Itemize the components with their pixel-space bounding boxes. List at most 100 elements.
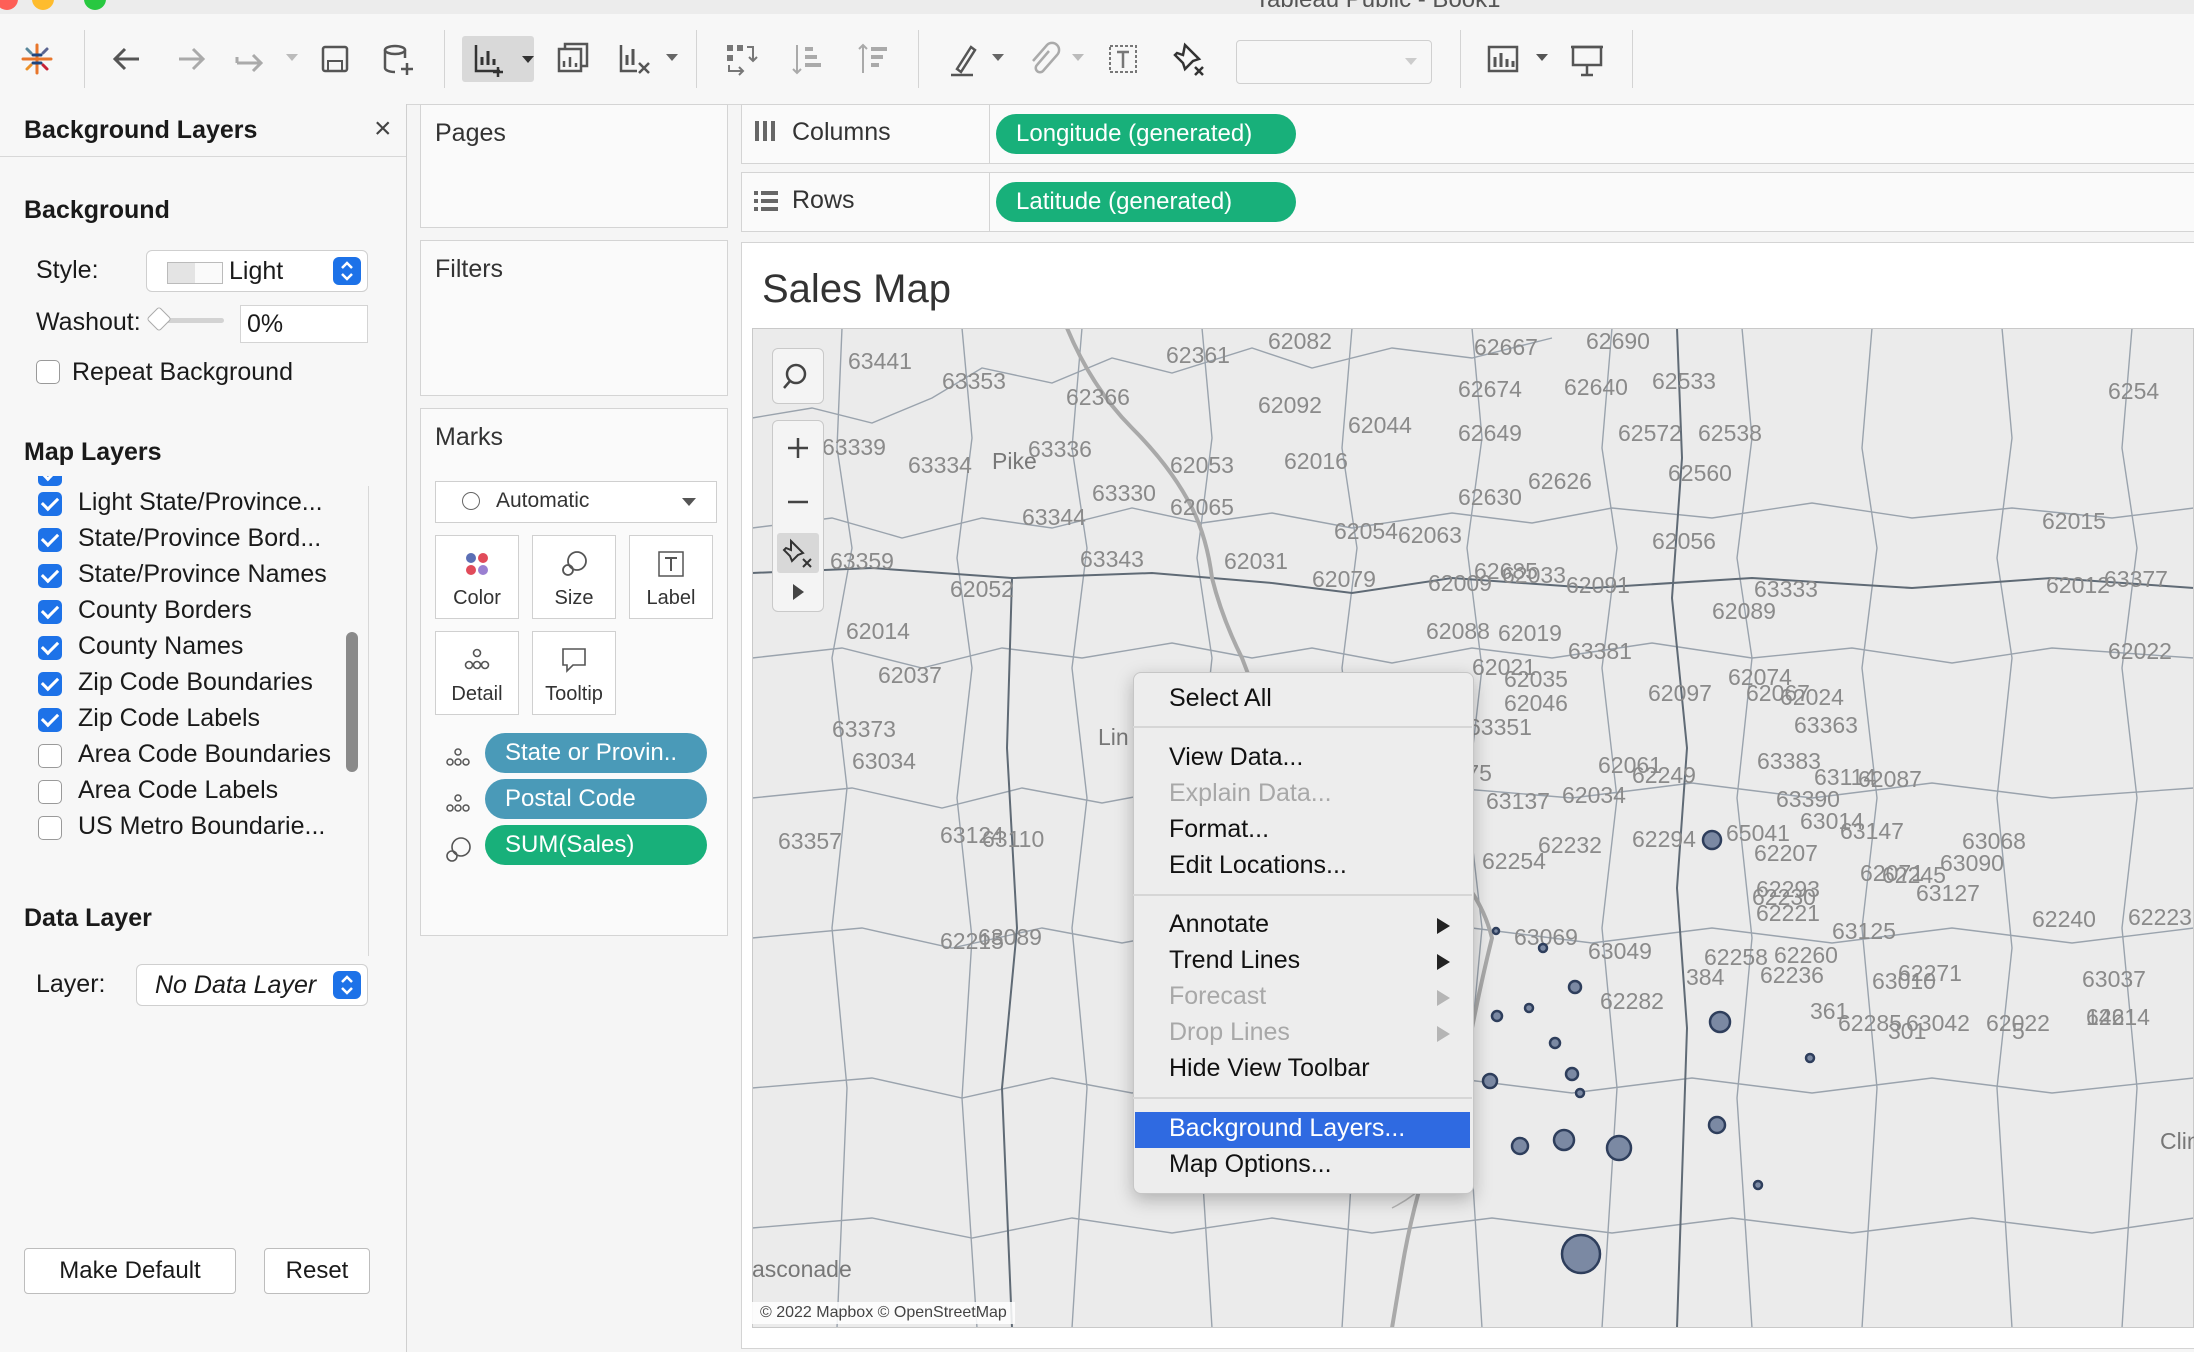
city-label: Clint [2160, 1128, 2194, 1154]
pin-map-icon[interactable] [1166, 36, 1212, 82]
menu-item-background-layers[interactable]: Background Layers... [1169, 1114, 1405, 1143]
zip-label: 63377 [2104, 566, 2168, 592]
filters-card[interactable]: Filters [420, 240, 728, 396]
layer-checkbox[interactable] [38, 528, 62, 552]
presentation-mode-icon[interactable] [1564, 36, 1610, 82]
layer-checkbox[interactable] [38, 744, 62, 768]
menu-item-annotate[interactable]: Annotate [1169, 910, 1269, 939]
menu-item-forecast[interactable]: Forecast [1169, 982, 1266, 1011]
rows-shelf[interactable]: Rows Latitude (generated) [741, 172, 2194, 232]
layer-checkbox[interactable] [38, 492, 62, 516]
layer-checkbox[interactable] [38, 708, 62, 732]
zip-label: 62019 [1498, 620, 1562, 646]
zip-label: 63037 [2082, 966, 2146, 992]
zip-label: 62282 [1600, 988, 1664, 1014]
latitude-pill[interactable]: Latitude (generated) [996, 182, 1296, 222]
expand-toolbar-button[interactable] [773, 573, 823, 611]
zip-label: 63127 [1916, 880, 1980, 906]
zip-label: 63441 [848, 348, 912, 374]
zoom-out-button[interactable] [773, 475, 823, 529]
postal-code-pill[interactable]: Postal Code [485, 779, 707, 819]
tableau-logo-icon[interactable] [14, 36, 60, 82]
redo-arrow-icon[interactable] [228, 36, 274, 82]
menu-item-format[interactable]: Format... [1169, 815, 1269, 844]
panel-title: Background Layers [24, 116, 258, 144]
sum-sales-pill[interactable]: SUM(Sales) [485, 825, 707, 865]
columns-icon [754, 119, 776, 143]
new-data-source-icon[interactable] [374, 36, 420, 82]
search-map-button[interactable] [772, 348, 824, 404]
label-button[interactable]: Label [629, 535, 713, 619]
detail-button[interactable]: Detail [435, 631, 519, 715]
minimize-window-button[interactable] [32, 0, 54, 10]
zoom-in-button[interactable] [773, 421, 823, 475]
background-heading: Background [24, 196, 170, 224]
layer-checkbox[interactable] [38, 816, 62, 840]
reset-button[interactable]: Reset [264, 1248, 370, 1294]
new-worksheet-button[interactable] [462, 36, 534, 82]
marks-card: Marks Automatic Color Size Label Detail … [420, 408, 728, 936]
swap-rows-columns-icon[interactable] [718, 36, 764, 82]
layers-scrollbar[interactable] [346, 632, 358, 772]
close-window-button[interactable] [0, 0, 18, 10]
zip-label: 63357 [778, 828, 842, 854]
layer-label: Layer: [36, 970, 106, 998]
zip-label: 62088 [1426, 618, 1490, 644]
menu-item-select-all[interactable]: Select All [1169, 684, 1272, 713]
filters-title: Filters [435, 255, 504, 283]
menu-item-explain-data[interactable]: Explain Data... [1169, 779, 1332, 808]
menu-item-edit-locations[interactable]: Edit Locations... [1169, 851, 1347, 880]
sort-descending-icon[interactable] [850, 36, 896, 82]
layer-checkbox[interactable] [38, 780, 62, 804]
highlight-pen-icon[interactable] [940, 36, 986, 82]
forward-arrow-icon[interactable] [168, 36, 214, 82]
make-default-button[interactable]: Make Default [24, 1248, 236, 1294]
duplicate-sheet-icon[interactable] [550, 36, 596, 82]
state-pill[interactable]: State or Provin.. [485, 733, 707, 773]
back-arrow-icon[interactable] [104, 36, 150, 82]
show-me-icon[interactable] [1480, 36, 1526, 82]
layer-checkbox[interactable] [38, 600, 62, 624]
layer-label: US Metro Boundarie... [78, 812, 326, 840]
zip-label: 63351 [1468, 714, 1532, 740]
clear-sheet-icon[interactable] [610, 36, 656, 82]
repeat-background-checkbox[interactable] [36, 360, 60, 384]
columns-shelf[interactable]: Columns Longitude (generated) [741, 104, 2194, 164]
save-icon[interactable] [312, 36, 358, 82]
size-button[interactable]: Size [532, 535, 616, 619]
zoom-window-button[interactable] [84, 0, 106, 10]
mark-type-dropdown[interactable]: Automatic [435, 481, 717, 523]
zip-label: 384 [1686, 964, 1725, 990]
longitude-pill[interactable]: Longitude (generated) [996, 114, 1296, 154]
hidden-layer-checkbox[interactable] [38, 476, 62, 486]
menu-item-map-options[interactable]: Map Options... [1169, 1150, 1332, 1179]
submenu-arrow-icon [1437, 990, 1450, 1006]
sort-ascending-icon[interactable] [784, 36, 830, 82]
washout-slider-handle[interactable] [146, 306, 172, 332]
layer-checkbox[interactable] [38, 564, 62, 588]
zip-label: 62092 [1258, 392, 1322, 418]
layer-checkbox[interactable] [38, 672, 62, 696]
zip-label: 63014 [1800, 808, 1864, 834]
map-attribution[interactable]: © 2022 Mapbox © OpenStreetMap [752, 1302, 1015, 1324]
fit-dropdown[interactable] [1236, 40, 1432, 84]
menu-item-drop-lines[interactable]: Drop Lines [1169, 1018, 1290, 1047]
menu-item-view-data[interactable]: View Data... [1169, 743, 1303, 772]
data-layer-select[interactable]: No Data Layer [136, 964, 368, 1006]
group-paperclip-icon[interactable] [1020, 36, 1066, 82]
washout-field[interactable]: 0% [240, 305, 368, 343]
layer-checkbox[interactable] [38, 636, 62, 660]
layer-label: State/Province Names [78, 560, 327, 588]
close-panel-button[interactable]: × [374, 112, 392, 146]
zip-label: 62207 [1754, 840, 1818, 866]
style-select[interactable]: Light [146, 250, 368, 292]
pages-card[interactable]: Pages [420, 104, 728, 228]
layer-label: County Borders [78, 596, 252, 624]
menu-item-trend-lines[interactable]: Trend Lines [1169, 946, 1300, 975]
tooltip-button[interactable]: Tooltip [532, 631, 616, 715]
color-button[interactable]: Color [435, 535, 519, 619]
style-swatch [167, 262, 223, 284]
show-labels-icon[interactable] [1100, 36, 1146, 82]
unpin-map-button[interactable] [777, 533, 819, 573]
menu-item-hide-view-toolbar[interactable]: Hide View Toolbar [1169, 1054, 1370, 1083]
